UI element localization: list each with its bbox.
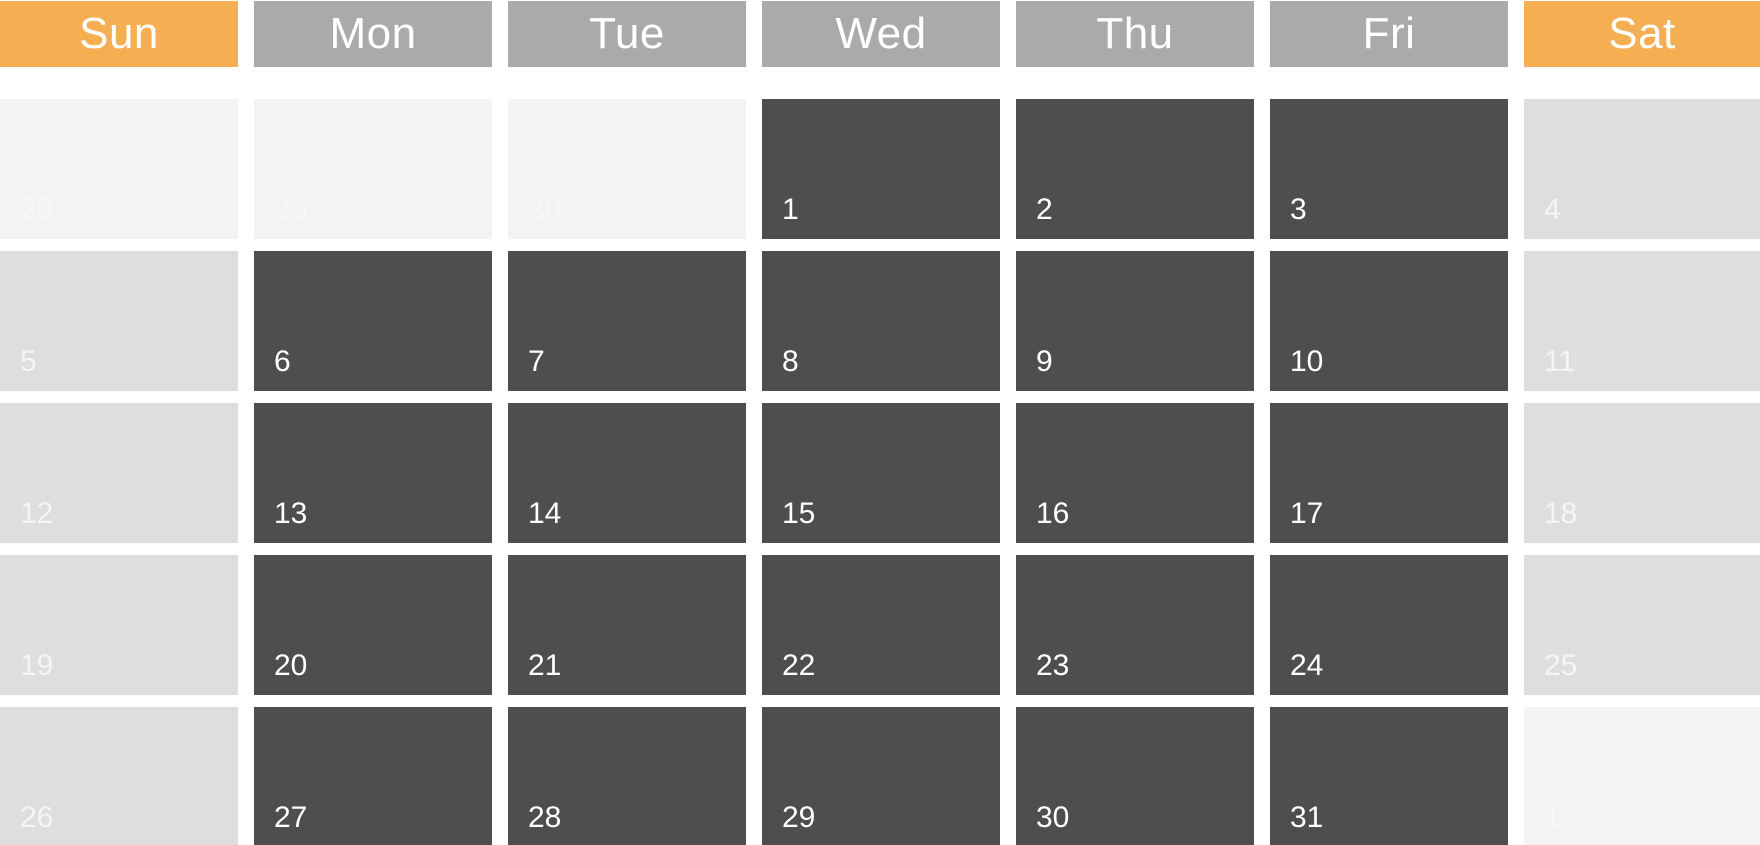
day-cell[interactable]: 14 — [508, 403, 746, 543]
day-number: 19 — [20, 649, 54, 682]
day-cell[interactable]: 31 — [1270, 707, 1508, 845]
day-number: 8 — [782, 345, 799, 378]
day-number: 27 — [274, 801, 308, 834]
day-cell[interactable]: 6 — [254, 251, 492, 391]
day-number: 30 — [528, 193, 562, 226]
day-cell[interactable]: 5 — [0, 251, 238, 391]
day-cell[interactable]: 1 — [762, 99, 1000, 239]
day-number: 16 — [1036, 497, 1070, 530]
day-number: 3 — [1290, 193, 1307, 226]
day-cell[interactable]: 18 — [1524, 403, 1760, 543]
header-fri: Fri — [1270, 1, 1508, 67]
day-number: 18 — [1544, 497, 1578, 530]
day-cell[interactable]: 4 — [1524, 99, 1760, 239]
day-cell[interactable]: 30 — [508, 99, 746, 239]
day-number: 28 — [20, 193, 54, 226]
day-number: 6 — [274, 345, 291, 378]
day-cell[interactable]: 28 — [0, 99, 238, 239]
day-cell[interactable]: 8 — [762, 251, 1000, 391]
day-cell[interactable]: 10 — [1270, 251, 1508, 391]
day-cell[interactable]: 26 — [0, 707, 238, 845]
day-number: 23 — [1036, 649, 1070, 682]
day-number: 31 — [1290, 801, 1324, 834]
day-cell[interactable]: 30 — [1016, 707, 1254, 845]
day-cell[interactable]: 16 — [1016, 403, 1254, 543]
day-number: 26 — [20, 801, 54, 834]
day-cell[interactable]: 9 — [1016, 251, 1254, 391]
day-number: 5 — [20, 345, 37, 378]
day-number: 21 — [528, 649, 562, 682]
header-tue: Tue — [508, 1, 746, 67]
day-cell[interactable]: 22 — [762, 555, 1000, 695]
day-cell[interactable]: 20 — [254, 555, 492, 695]
day-number: 13 — [274, 497, 308, 530]
day-cell[interactable]: 2 — [1016, 99, 1254, 239]
header-sat: Sat — [1524, 1, 1760, 67]
day-number: 20 — [274, 649, 308, 682]
day-number: 28 — [528, 801, 562, 834]
day-number: 12 — [20, 497, 54, 530]
day-number: 22 — [782, 649, 816, 682]
day-number: 4 — [1544, 193, 1561, 226]
day-cell[interactable]: 29 — [254, 99, 492, 239]
day-cell[interactable]: 11 — [1524, 251, 1760, 391]
day-cell[interactable]: 1 — [1524, 707, 1760, 845]
day-number: 7 — [528, 345, 545, 378]
day-cell[interactable]: 17 — [1270, 403, 1508, 543]
day-number: 29 — [274, 193, 308, 226]
day-cell[interactable]: 25 — [1524, 555, 1760, 695]
day-number: 29 — [782, 801, 816, 834]
day-cell[interactable]: 13 — [254, 403, 492, 543]
header-thu: Thu — [1016, 1, 1254, 67]
day-cell[interactable]: 15 — [762, 403, 1000, 543]
day-number: 24 — [1290, 649, 1324, 682]
day-cell[interactable]: 29 — [762, 707, 1000, 845]
day-number: 17 — [1290, 497, 1324, 530]
day-cell[interactable]: 24 — [1270, 555, 1508, 695]
day-number: 1 — [782, 193, 799, 226]
calendar-month-grid: Sun Mon Tue Wed Thu Fri Sat 28 29 30 1 2… — [0, 0, 1760, 845]
day-number: 30 — [1036, 801, 1070, 834]
day-number: 2 — [1036, 193, 1053, 226]
header-sun: Sun — [0, 1, 238, 67]
day-cell[interactable]: 21 — [508, 555, 746, 695]
day-cell[interactable]: 19 — [0, 555, 238, 695]
day-number: 15 — [782, 497, 816, 530]
day-cell[interactable]: 23 — [1016, 555, 1254, 695]
day-cell[interactable]: 12 — [0, 403, 238, 543]
header-wed: Wed — [762, 1, 1000, 67]
day-cell[interactable]: 28 — [508, 707, 746, 845]
header-mon: Mon — [254, 1, 492, 67]
day-number: 25 — [1544, 649, 1578, 682]
day-number: 14 — [528, 497, 562, 530]
day-number: 10 — [1290, 345, 1324, 378]
day-number: 1 — [1544, 801, 1561, 834]
day-cell[interactable]: 27 — [254, 707, 492, 845]
day-cell[interactable]: 7 — [508, 251, 746, 391]
day-number: 9 — [1036, 345, 1053, 378]
day-number: 11 — [1544, 345, 1576, 378]
day-cell[interactable]: 3 — [1270, 99, 1508, 239]
